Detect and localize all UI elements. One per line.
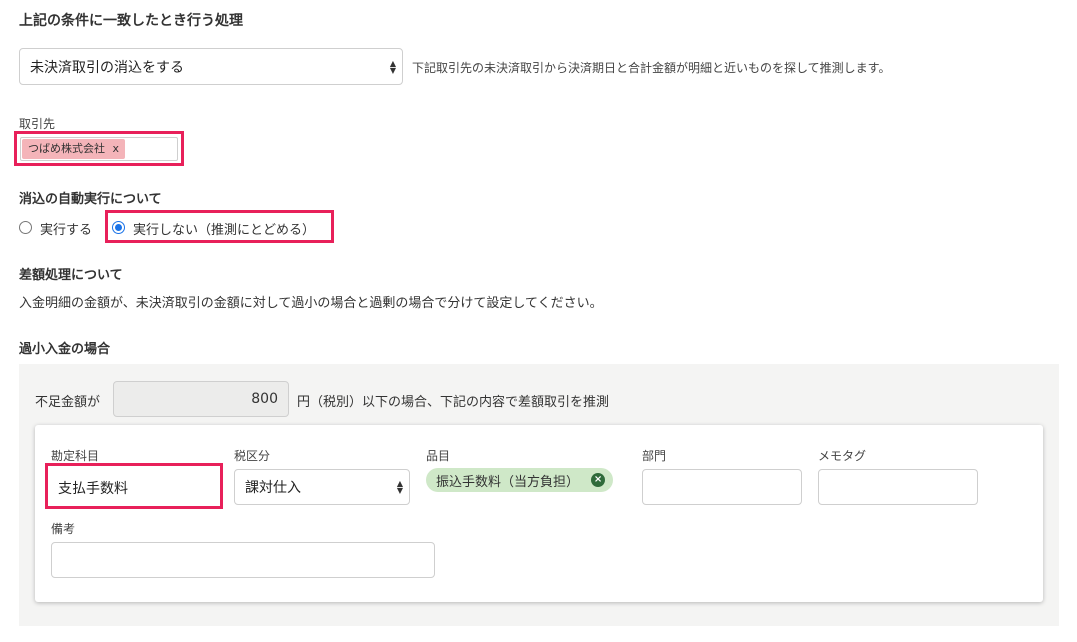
note-input[interactable] [51, 542, 435, 578]
partner-tag-label: つばめ株式会社 [28, 142, 105, 155]
memo-tag-input[interactable] [818, 469, 978, 505]
radio-not-execute[interactable] [112, 221, 125, 234]
shortage-amount-input[interactable]: 800 [113, 381, 289, 417]
department-label: 部門 [642, 449, 667, 463]
partner-label: 取引先 [19, 117, 56, 131]
action-select[interactable]: 未決済取引の消込をする ▲ ▼ [19, 48, 403, 85]
tax-select[interactable]: 課対仕入 ▲ ▼ [234, 469, 410, 505]
action-help-text: 下記取引先の未決済取引から決済期日と合計金額が明細と近いものを探して推測します。 [412, 61, 891, 75]
item-pill: 振込手数料（当方負担） × [426, 468, 614, 492]
shortage-suffix: 円（税別）以下の場合、下記の内容で差額取引を推測 [297, 395, 610, 410]
shortage-label: 不足金額が [35, 395, 101, 410]
note-label: 備考 [51, 522, 76, 536]
partner-tag: つばめ株式会社 x [22, 139, 126, 159]
account-input[interactable]: 支払手数料 [58, 478, 128, 498]
radio-execute-label[interactable]: 実行する [40, 219, 92, 238]
item-pill-label: 振込手数料（当方負担） [436, 474, 580, 490]
radio-not-execute-label[interactable]: 実行しない（推測にとどめる） [133, 219, 315, 238]
difference-description: 入金明細の金額が、未決済取引の金額に対して過小の場合と過剰の場合で分けて設定して… [19, 296, 603, 311]
select-arrows-icon: ▲ ▼ [389, 58, 396, 75]
tax-label: 税区分 [234, 449, 271, 463]
item-label: 品目 [426, 449, 451, 463]
account-label: 勘定科目 [51, 449, 100, 463]
tax-select-value: 課対仕入 [245, 480, 301, 496]
auto-exec-heading: 消込の自動実行について [19, 192, 162, 207]
section-title: 上記の条件に一致したとき行う処理 [19, 13, 243, 29]
partner-tag-remove-icon[interactable]: x [113, 142, 120, 155]
item-remove-icon[interactable]: × [591, 473, 606, 487]
select-arrows-icon: ▲ ▼ [396, 479, 403, 495]
department-input[interactable] [642, 469, 802, 505]
difference-heading: 差額処理について [19, 268, 123, 283]
action-select-value: 未決済取引の消込をする [30, 59, 184, 76]
memo-tag-label: メモタグ [818, 449, 867, 463]
underpayment-heading: 過小入金の場合 [19, 342, 111, 357]
radio-execute[interactable] [19, 221, 32, 234]
shortage-amount-value: 800 [251, 391, 278, 407]
